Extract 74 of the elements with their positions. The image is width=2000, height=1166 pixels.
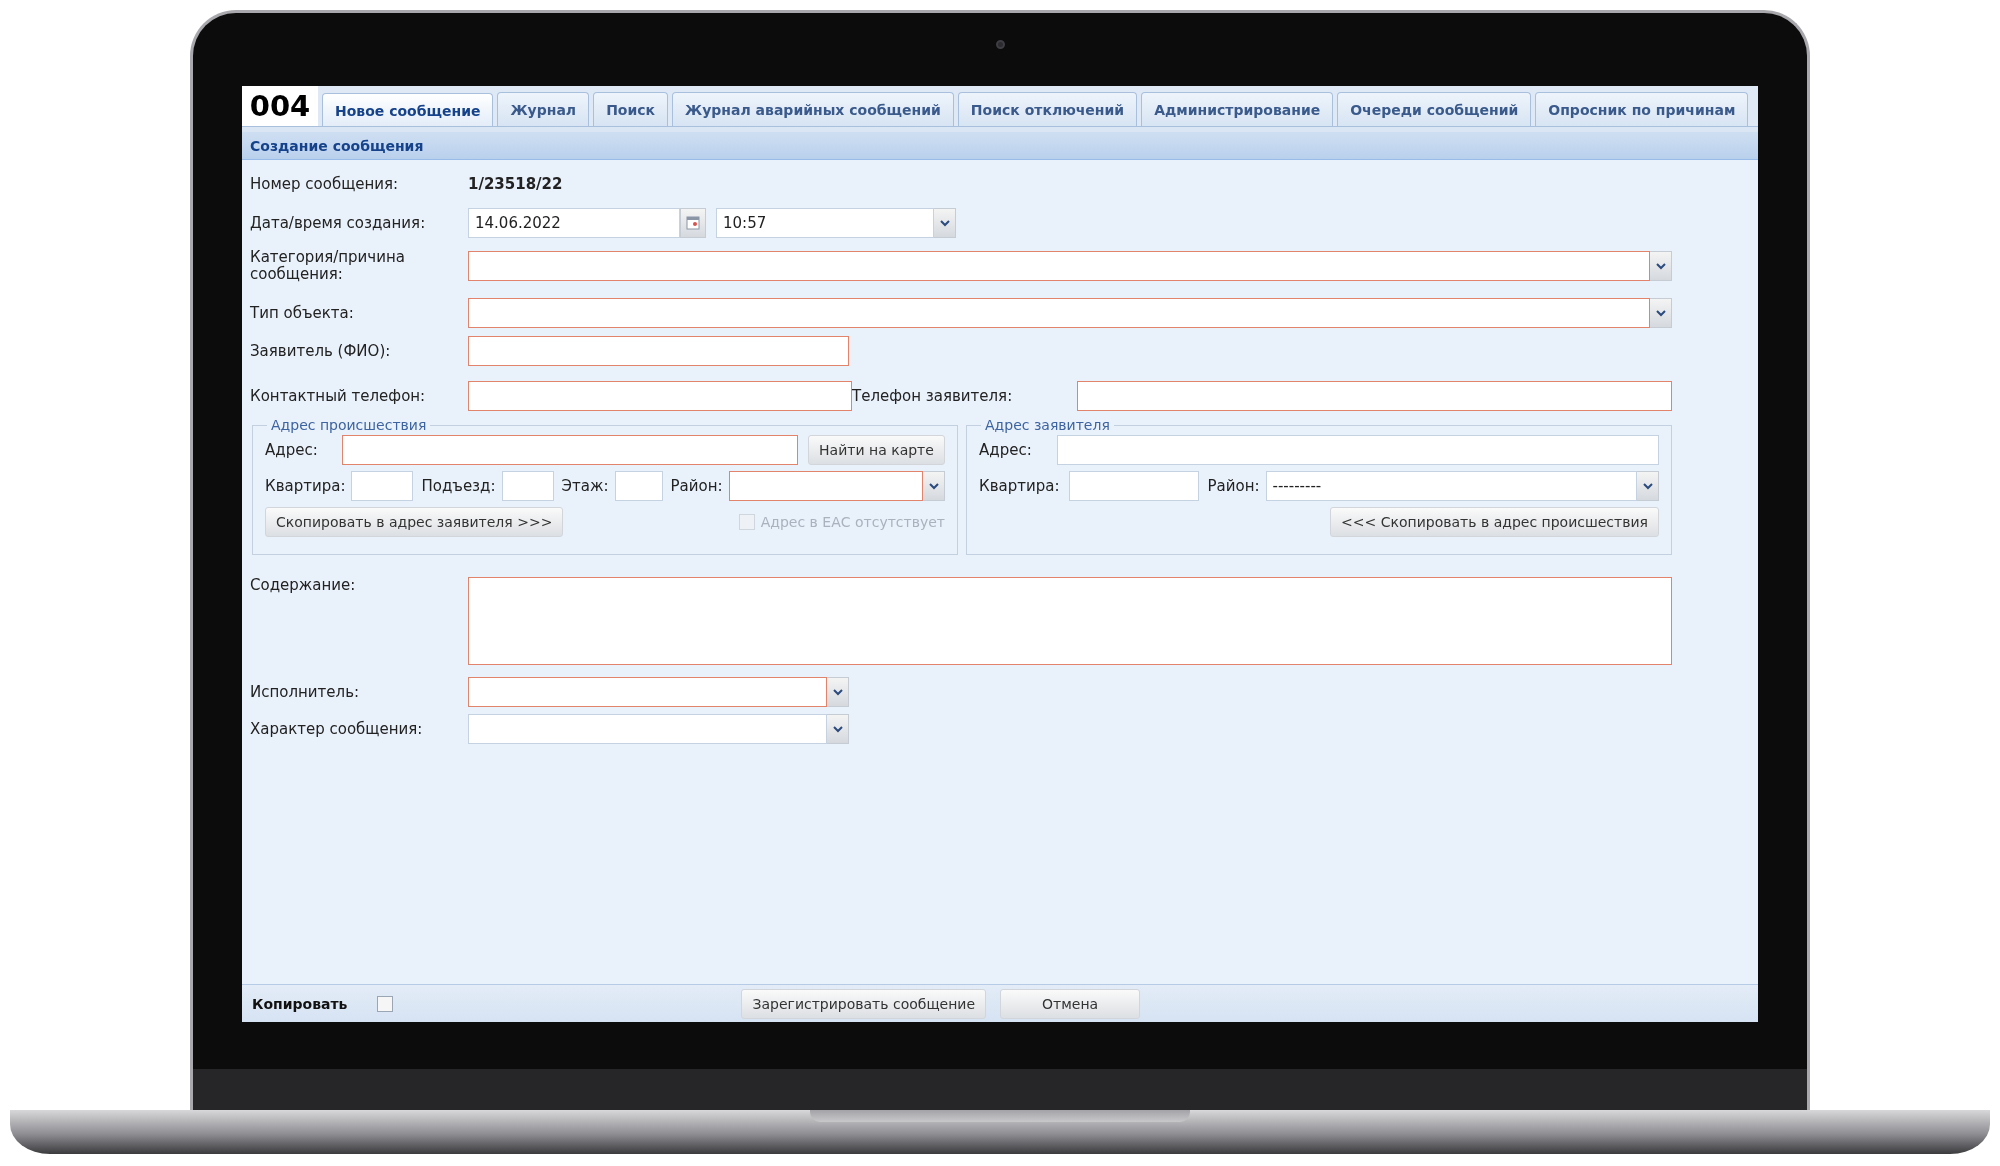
chevron-down-icon — [928, 482, 939, 490]
field-label: Район: — [1207, 477, 1260, 495]
dropdown-field[interactable] — [468, 251, 1672, 281]
field-label: Дата/время создания: — [250, 214, 427, 232]
text-field[interactable] — [614, 471, 663, 501]
dropdown-arrow-button[interactable] — [934, 208, 956, 238]
field-label: Заявитель (ФИО): — [250, 342, 392, 360]
tab[interactable]: Опросник по причинам — [1535, 92, 1749, 126]
dropdown-arrow-button[interactable] — [923, 471, 945, 501]
field-label: Контактный телефон: — [250, 387, 427, 405]
dropdown-arrow-button[interactable] — [1637, 471, 1659, 501]
field-label: Содержание: — [250, 577, 357, 594]
field-label: Этаж: — [561, 477, 609, 495]
field-label: Адрес: — [979, 441, 1033, 459]
tab[interactable]: Новое сообщение — [322, 93, 494, 127]
field-label: Район: — [670, 477, 723, 495]
chevron-down-icon — [939, 219, 950, 227]
field-label: Квартира: — [265, 477, 346, 495]
date-field[interactable]: 14.06.2022 — [468, 208, 680, 238]
tab[interactable]: Журнал аварийных сообщений — [672, 92, 954, 126]
field-label: Категория/причина сообщения: — [250, 249, 406, 283]
dropdown-arrow-button[interactable] — [1650, 251, 1672, 281]
tab[interactable]: Поиск — [593, 92, 669, 126]
message-number: 1/23518/22 — [468, 175, 563, 193]
dropdown-arrow-button[interactable] — [827, 714, 849, 744]
field-label: Адрес: — [265, 441, 319, 459]
section-title: Создание сообщения — [250, 137, 424, 154]
tab[interactable]: Поиск отключений — [957, 92, 1138, 126]
dropdown-field[interactable]: --------- — [1265, 471, 1659, 501]
field-label: Характер сообщения: — [250, 720, 424, 738]
text-field[interactable] — [351, 471, 414, 501]
tab[interactable]: Администрирование — [1141, 92, 1334, 126]
action-button[interactable]: Зарегистрировать сообщение — [741, 988, 987, 1019]
field-label: Исполнитель: — [250, 683, 361, 701]
chevron-down-icon — [832, 725, 843, 733]
checkbox-label: Адрес в ЕАС отсутствует — [760, 514, 945, 530]
chevron-down-icon — [1655, 309, 1666, 317]
logo-text: 004 — [242, 86, 318, 126]
chevron-down-icon — [1655, 262, 1666, 270]
chevron-down-icon — [1642, 482, 1653, 490]
copy-address-button[interactable]: Скопировать в адрес заявителя >>> — [265, 507, 564, 537]
tab[interactable]: Журнал — [497, 92, 590, 126]
text-field[interactable] — [468, 381, 852, 411]
text-field[interactable] — [1077, 381, 1672, 411]
group-legend: Адрес происшествия — [267, 417, 431, 433]
field-label: Номер сообщения: — [250, 175, 400, 193]
group-legend: Адрес заявителя — [981, 417, 1114, 433]
field-label: Тип объекта: — [250, 304, 355, 322]
find-on-map-button[interactable]: Найти на карте — [808, 435, 945, 465]
field-label: Телефон заявителя: — [852, 387, 1014, 405]
dropdown-field[interactable] — [468, 714, 849, 744]
action-button[interactable]: Отмена — [1000, 988, 1141, 1019]
text-field[interactable] — [468, 577, 1672, 665]
text-field[interactable] — [1069, 471, 1200, 501]
dropdown-field[interactable] — [728, 471, 945, 501]
field-label: Квартира: — [979, 477, 1060, 495]
checkbox-label: Копировать — [252, 995, 348, 1012]
camera-dot — [995, 40, 1005, 49]
calendar-button[interactable] — [680, 208, 706, 238]
chevron-down-icon — [832, 688, 843, 696]
text-field[interactable] — [342, 435, 798, 465]
dropdown-field[interactable] — [468, 298, 1672, 328]
tab[interactable]: Очереди сообщений — [1337, 92, 1532, 126]
dropdown-arrow-button[interactable] — [827, 677, 849, 707]
dropdown-field[interactable] — [468, 677, 849, 707]
field-label: Подъезд: — [421, 477, 496, 495]
dropdown-arrow-button[interactable] — [1650, 298, 1672, 328]
text-field[interactable] — [468, 336, 849, 366]
copy-address-button[interactable]: <<< Скопировать в адрес происшествия — [1330, 507, 1659, 537]
calendar-icon — [686, 216, 700, 230]
time-dropdown[interactable]: 10:57 — [716, 208, 956, 238]
checkbox[interactable] — [377, 995, 394, 1012]
text-field[interactable] — [1057, 435, 1659, 465]
text-field[interactable] — [501, 471, 554, 501]
